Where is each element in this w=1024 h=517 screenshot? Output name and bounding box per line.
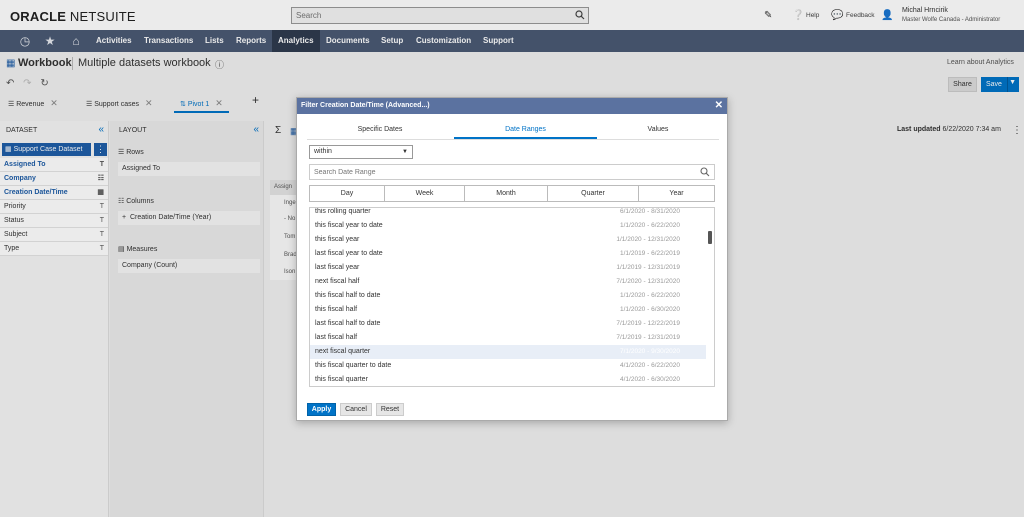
apply-button[interactable]: Apply: [307, 403, 336, 416]
list-item[interactable]: this fiscal quarter to date 4/1/2020 - 6/…: [310, 359, 706, 373]
range-dates: 4/1/2020 - 6/30/2020: [620, 376, 680, 383]
list-item[interactable]: last fiscal year to date 1/1/2019 - 6/22/…: [310, 247, 706, 261]
operator-value: within: [314, 148, 332, 155]
list-item[interactable]: last fiscal half to date 7/1/2019 - 12/22…: [310, 317, 706, 331]
range-label: this fiscal half: [315, 306, 358, 313]
range-dates: 1/1/2020 - 6/30/2020: [620, 306, 680, 313]
range-label: last fiscal year to date: [315, 250, 383, 257]
period-week-button[interactable]: Week: [385, 186, 465, 201]
tab-values[interactable]: Values: [597, 124, 719, 139]
range-label: next fiscal quarter: [315, 348, 371, 355]
range-label: this fiscal quarter to date: [315, 362, 392, 369]
range-label: next fiscal half: [315, 278, 360, 285]
range-label: this fiscal year to date: [315, 222, 383, 229]
date-range-list: this rolling quarter 6/1/2020 - 8/31/2020…: [309, 207, 715, 387]
cancel-button[interactable]: Cancel: [340, 403, 372, 416]
tab-date-ranges[interactable]: Date Ranges: [454, 124, 597, 139]
operator-select[interactable]: within ▼: [309, 145, 413, 159]
range-label: this fiscal half to date: [315, 292, 381, 299]
list-item[interactable]: last fiscal half 7/1/2019 - 12/31/2019: [310, 331, 706, 345]
range-label: this fiscal quarter: [315, 376, 368, 383]
list-item[interactable]: this fiscal year 1/1/2020 - 12/31/2020: [310, 233, 706, 247]
list-scrollbar[interactable]: [707, 209, 713, 385]
reset-button[interactable]: Reset: [376, 403, 404, 416]
list-item[interactable]: this rolling quarter 6/1/2020 - 8/31/2020: [310, 208, 706, 219]
tab-specific-dates[interactable]: Specific Dates: [307, 124, 453, 139]
range-label: this fiscal year: [315, 236, 360, 243]
range-dates: 7/1/2020 - 12/31/2020: [616, 278, 680, 285]
date-range-search: [309, 164, 715, 180]
list-item[interactable]: next fiscal half 7/1/2020 - 12/31/2020: [310, 275, 706, 289]
date-range-search-input[interactable]: [310, 165, 690, 179]
period-quarter-button[interactable]: Quarter: [548, 186, 639, 201]
period-buttons: Day Week Month Quarter Year: [309, 185, 715, 202]
search-icon[interactable]: [700, 167, 710, 179]
range-label: this rolling quarter: [315, 208, 371, 215]
tab-divider: [307, 139, 719, 140]
range-dates: 6/1/2020 - 8/31/2020: [620, 208, 680, 215]
modal-title: Filter Creation Date/Time (Advanced...): [301, 102, 430, 109]
list-item[interactable]: this fiscal half 1/1/2020 - 6/30/2020: [310, 303, 706, 317]
list-item[interactable]: next fiscal quarter 7/1/2020 - 9/30/2020: [310, 345, 706, 359]
range-label: last fiscal year: [315, 264, 360, 271]
period-month-button[interactable]: Month: [465, 186, 548, 201]
modal-header: Filter Creation Date/Time (Advanced...) …: [297, 98, 727, 114]
list-item[interactable]: this fiscal quarter 4/1/2020 - 6/30/2020: [310, 373, 706, 386]
range-dates: 4/1/2020 - 6/22/2020: [620, 362, 680, 369]
range-label: last fiscal half to date: [315, 320, 381, 327]
list-item[interactable]: this fiscal half to date 1/1/2020 - 6/22/…: [310, 289, 706, 303]
range-dates: 1/1/2019 - 6/22/2019: [620, 250, 680, 257]
close-icon[interactable]: ✕: [715, 98, 723, 114]
range-dates: 1/1/2019 - 12/31/2019: [616, 264, 680, 271]
range-dates: 7/1/2019 - 12/31/2019: [616, 334, 680, 341]
list-item[interactable]: this fiscal year to date 1/1/2020 - 6/22/…: [310, 219, 706, 233]
period-year-button[interactable]: Year: [639, 186, 714, 201]
list-item[interactable]: last fiscal year 1/1/2019 - 12/31/2019: [310, 261, 706, 275]
range-dates: 1/1/2020 - 6/22/2020: [620, 222, 680, 229]
chevron-down-icon: ▼: [402, 149, 408, 155]
range-dates: 7/1/2020 - 9/30/2020: [620, 348, 680, 355]
filter-modal: Filter Creation Date/Time (Advanced...) …: [296, 97, 728, 421]
range-dates: 1/1/2020 - 12/31/2020: [616, 236, 680, 243]
range-label: last fiscal half: [315, 334, 358, 341]
range-dates: 7/1/2019 - 12/22/2019: [616, 320, 680, 327]
scroll-thumb[interactable]: [708, 231, 712, 244]
range-dates: 1/1/2020 - 6/22/2020: [620, 292, 680, 299]
period-day-button[interactable]: Day: [310, 186, 385, 201]
